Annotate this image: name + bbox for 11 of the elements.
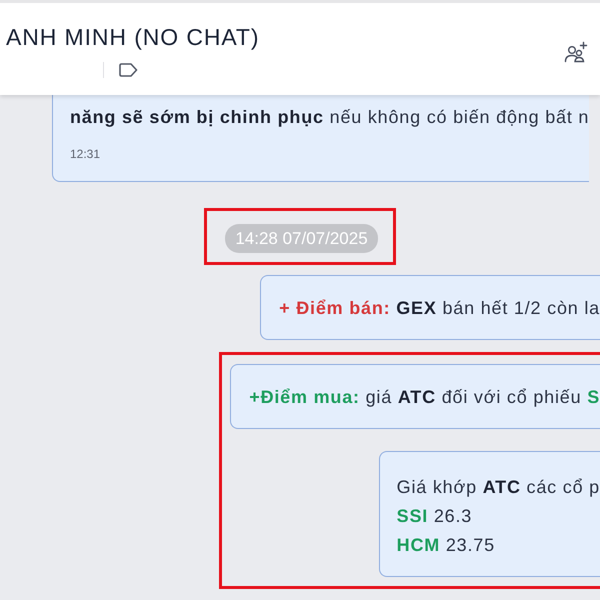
message-text: +Điểm mua: giá ATC đối với cổ phiếu S xyxy=(249,386,600,409)
message-time: 12:31 xyxy=(70,146,100,163)
add-user-icon[interactable] xyxy=(564,41,588,63)
message-text: + Điểm bán: GEX bán hết 1/2 còn la xyxy=(279,297,600,320)
date-chip: 14:28 07/07/2025 xyxy=(225,224,378,253)
message-text: Giá khớp ATC các cổ p xyxy=(396,476,600,499)
message-text: HCM 23.75 xyxy=(396,534,495,557)
message-text: năng sẽ sớm bị chinh phục nếu không có biến động bất n xyxy=(70,106,590,129)
tag-icon[interactable] xyxy=(118,63,138,77)
chat-title: ANH MINH (NO CHAT) xyxy=(6,24,260,51)
message-text: SSI 26.3 xyxy=(396,505,472,528)
